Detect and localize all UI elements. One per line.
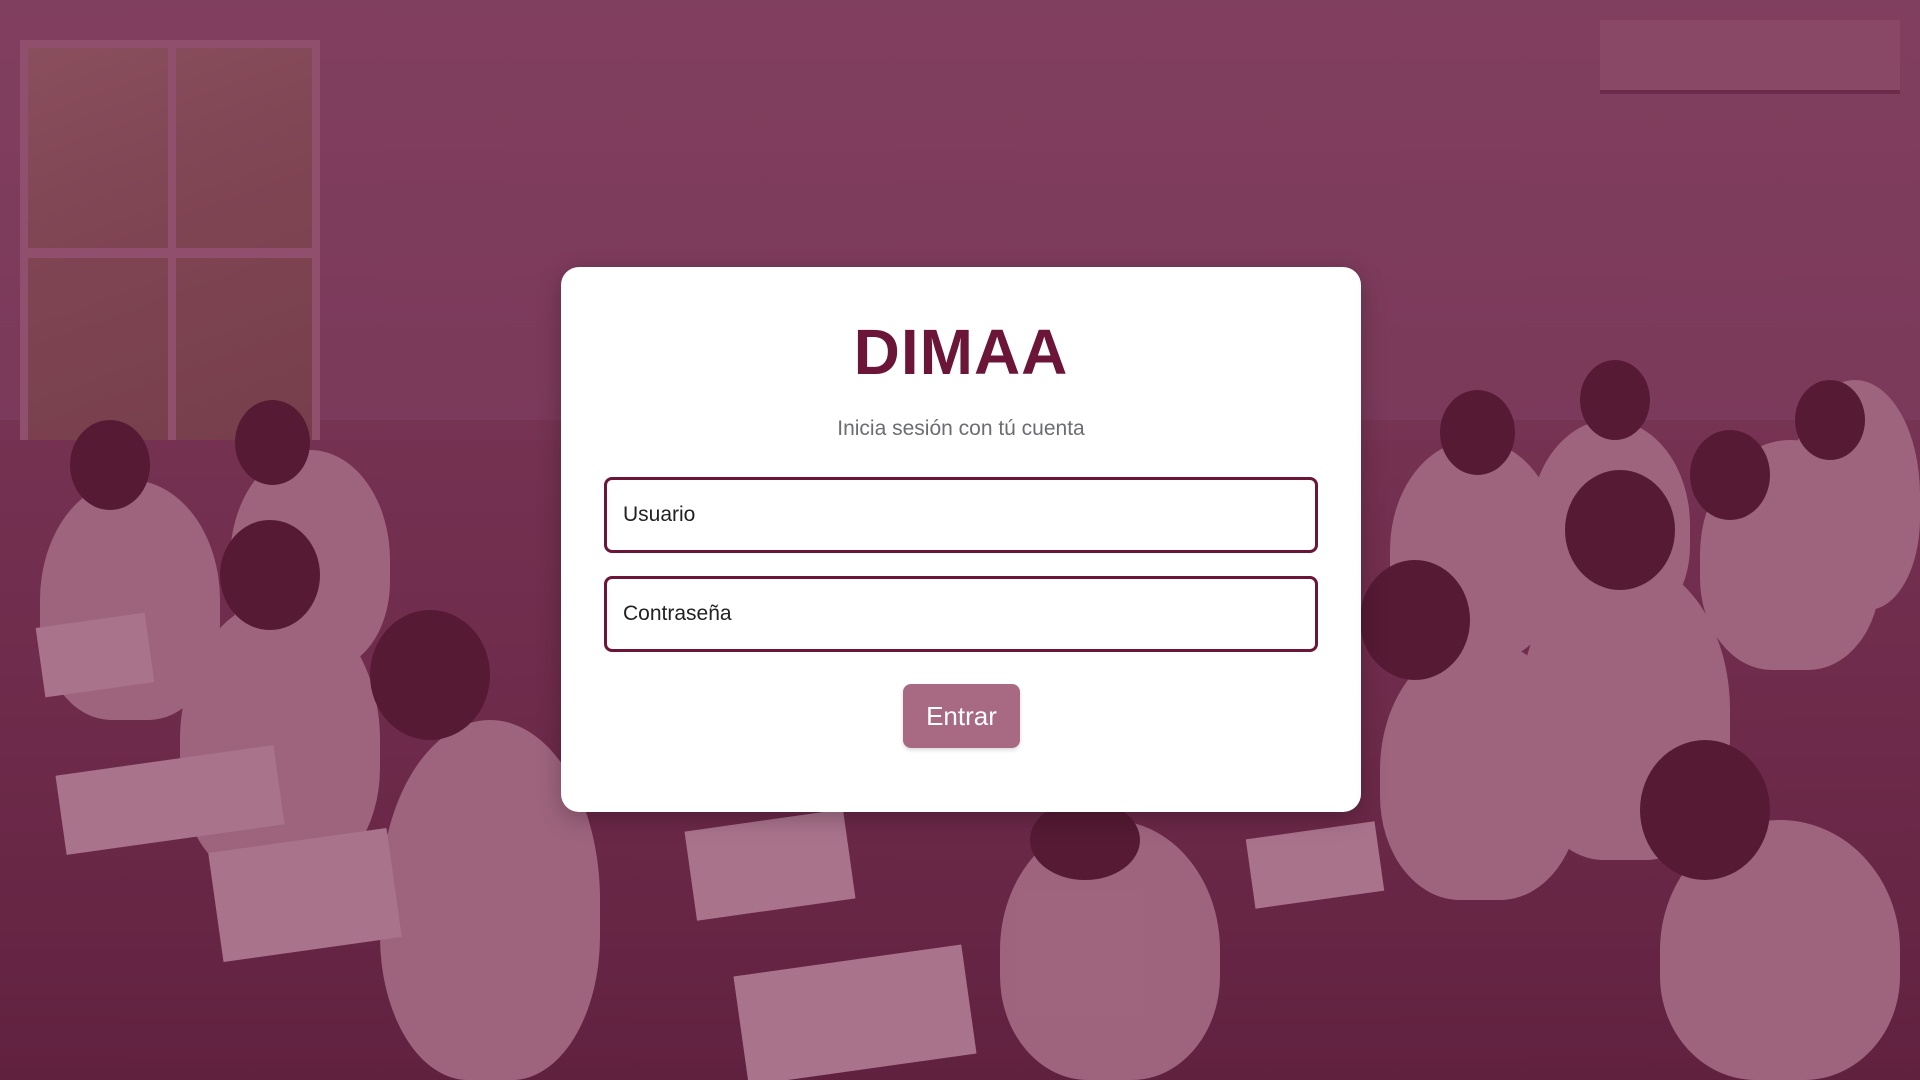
login-button[interactable]: Entrar (903, 684, 1020, 748)
password-input[interactable] (604, 576, 1318, 652)
login-subtitle: Inicia sesión con tú cuenta (837, 417, 1085, 440)
username-input[interactable] (604, 477, 1318, 553)
login-card: DIMAA Inicia sesión con tú cuenta Entrar (561, 267, 1361, 812)
app-title: DIMAA (853, 316, 1069, 388)
